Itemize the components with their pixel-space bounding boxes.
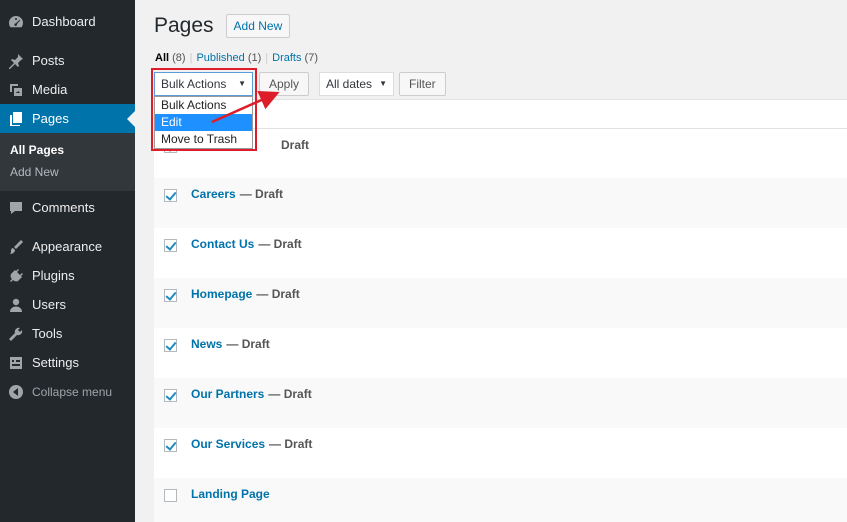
page-title-link[interactable]: Homepage [191, 287, 252, 301]
page-title-link[interactable]: Landing Page [191, 487, 270, 501]
table-row: Our Partners — Draft [154, 378, 847, 428]
menu-media[interactable]: Media [0, 75, 135, 104]
annotation-arrow [211, 90, 280, 124]
row-checkbox[interactable] [164, 239, 177, 252]
menu-comments[interactable]: Comments [0, 193, 135, 222]
media-icon [8, 82, 24, 98]
settings-icon [8, 355, 24, 371]
page-state: — Draft [258, 237, 302, 251]
collapse-label: Collapse menu [32, 384, 113, 399]
menu-label: Dashboard [32, 14, 96, 29]
row-checkbox[interactable] [164, 489, 177, 502]
row-checkbox[interactable] [164, 389, 177, 402]
pages-icon [8, 111, 24, 127]
menu-label: Comments [32, 200, 95, 215]
table-row: News — Draft [154, 328, 847, 378]
menu-label: Settings [32, 355, 79, 370]
menu-tools[interactable]: Tools [0, 319, 135, 348]
table-row: Landing Page [154, 478, 847, 522]
menu-label: Appearance [32, 239, 103, 254]
collapse-icon [8, 384, 24, 400]
main-content: Pages Add New All (8) | Published (1) | Draf… [135, 0, 847, 522]
page-state: — Draft [256, 287, 300, 301]
menu-users[interactable]: Users [0, 290, 135, 319]
submenu-all-pages[interactable]: All Pages [0, 139, 135, 161]
pages-submenu: All Pages Add New [0, 133, 135, 191]
table-row: Our Services — Draft [154, 428, 847, 478]
table-row: Contact Us — Draft [154, 228, 847, 278]
menu-appearance[interactable]: Appearance [0, 232, 135, 261]
menu-plugins[interactable]: Plugins [0, 261, 135, 290]
row-checkbox[interactable] [164, 289, 177, 302]
page-state: — Draft [268, 387, 312, 401]
tools-icon [8, 326, 24, 342]
dashboard-icon [8, 14, 24, 30]
menu-label: Posts [32, 53, 65, 68]
users-icon [8, 297, 24, 313]
page-title-link[interactable]: Contact Us [191, 237, 254, 251]
admin-sidebar: Dashboard Posts Media Pages All Pages Ad… [0, 0, 135, 522]
pin-icon [8, 53, 24, 69]
row-checkbox[interactable] [164, 339, 177, 352]
menu-label: Users [32, 297, 66, 312]
page-state: — Draft [226, 337, 270, 351]
table-row: Homepage — Draft [154, 278, 847, 328]
row-checkbox[interactable] [164, 439, 177, 452]
menu-dashboard[interactable]: Dashboard [0, 7, 135, 36]
page-state: — Draft [269, 437, 313, 451]
page-title-link[interactable]: News [191, 337, 222, 351]
menu-label: Pages [32, 111, 69, 126]
submenu-add-new[interactable]: Add New [0, 161, 135, 183]
plugins-icon [8, 268, 24, 284]
comments-icon [8, 200, 24, 216]
menu-label: Tools [32, 326, 63, 341]
collapse-menu-button[interactable]: Collapse menu [0, 377, 135, 406]
menu-pages[interactable]: Pages [0, 104, 135, 133]
menu-label: Plugins [32, 268, 75, 283]
menu-label: Media [32, 82, 68, 97]
menu-posts[interactable]: Posts [0, 46, 135, 75]
appearance-icon [8, 239, 24, 255]
menu-settings[interactable]: Settings [0, 348, 135, 377]
page-title-link[interactable]: Our Services [191, 437, 265, 451]
page-title-link[interactable]: Our Partners [191, 387, 264, 401]
